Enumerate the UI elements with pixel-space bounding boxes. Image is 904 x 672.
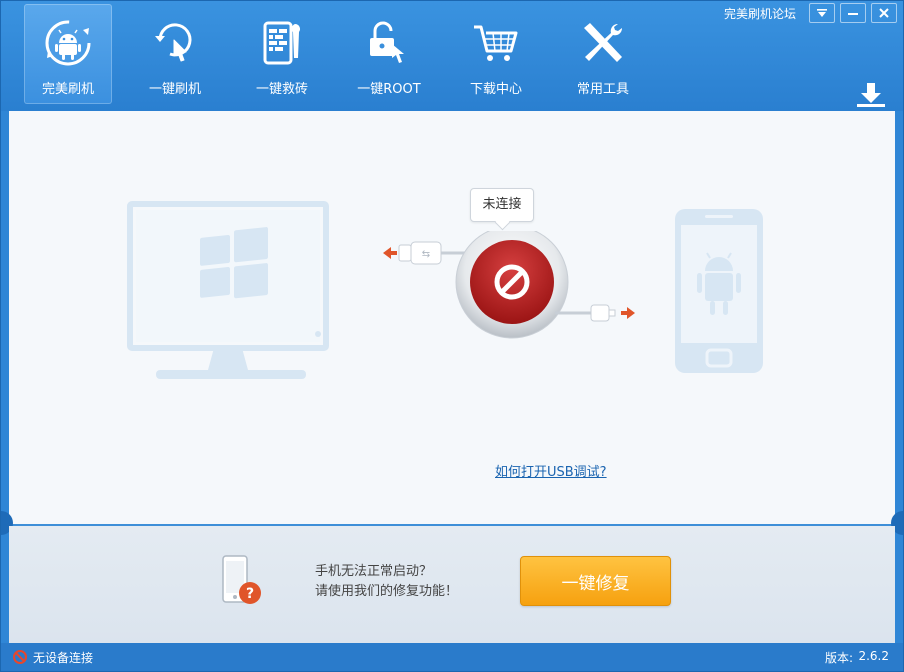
connection-status-bubble: 未连接 [470, 188, 534, 222]
header-bar: 完美刷机 一键刷机 一键救砖 一键ROOT 下载中心 常用工具 完美刷机论坛 [1, 1, 903, 111]
phone-question-icon: ? [222, 555, 261, 604]
nav-label: 完美刷机 [41, 82, 94, 97]
menu-button[interactable] [809, 3, 835, 23]
tools-icon [584, 23, 623, 62]
app-window: 完美刷机 一键刷机 一键救砖 一键ROOT 下载中心 常用工具 完美刷机论坛 未… [0, 0, 904, 672]
nav-label: 一键ROOT [357, 82, 421, 97]
usb-debug-help-link[interactable]: 如何打开USB调试? [495, 461, 607, 480]
nav-label: 一键救砖 [255, 82, 308, 97]
usb-connector-graphic: ⇆ [383, 231, 635, 339]
minimize-icon [848, 13, 858, 15]
version-value: 2.6.2 [858, 649, 889, 663]
repair-panel: ? 手机无法正常启动？ 请使用我们的修复功能！ 一键修复 [9, 526, 895, 643]
nav-item-download-center[interactable]: 下载中心 [452, 4, 540, 104]
status-bar: 无设备连接 版本: 2.6.2 [1, 643, 903, 671]
root-unlock-icon [370, 21, 404, 63]
nav-item-one-click-root[interactable]: 一键ROOT [345, 4, 433, 104]
brick-repair-icon [263, 21, 300, 65]
nav-item-common-tools[interactable]: 常用工具 [559, 4, 647, 104]
faded-hint-text [277, 445, 281, 462]
nav-label: 常用工具 [576, 82, 629, 97]
main-nav: 完美刷机 一键刷机 一键救砖 一键ROOT 下载中心 常用工具 [24, 4, 666, 104]
download-icon [857, 83, 885, 107]
forum-link[interactable]: 完美刷机论坛 [724, 5, 796, 22]
repair-line-1: 手机无法正常启动？ [315, 564, 433, 579]
computer-monitor-icon [127, 201, 329, 379]
android-refresh-icon [45, 20, 91, 66]
one-click-repair-button[interactable]: 一键修复 [520, 556, 671, 606]
android-phone-icon [675, 209, 763, 373]
device-status-text: 无设备连接 [33, 651, 94, 665]
connection-panel: 未连接 ⇆ 如何打开USB调试? [9, 111, 895, 526]
triangle-down-icon [817, 9, 827, 17]
svg-text:?: ? [246, 586, 254, 602]
window-controls: 完美刷机论坛 [724, 3, 897, 23]
nav-label: 下载中心 [469, 82, 522, 97]
repair-line-2: 请使用我们的修复功能！ [315, 584, 459, 599]
nav-item-one-click-flash[interactable]: 一键刷机 [131, 4, 219, 104]
shopping-cart-icon [474, 25, 518, 61]
nav-label: 一键刷机 [148, 82, 201, 97]
repair-description: 手机无法正常启动？ 请使用我们的修复功能！ [315, 562, 458, 602]
download-button[interactable] [855, 81, 887, 109]
minimize-button[interactable] [840, 3, 866, 23]
svg-text:⇆: ⇆ [422, 249, 430, 260]
version-label: 版本: [824, 651, 853, 665]
close-icon [879, 8, 889, 18]
one-click-flash-icon [155, 23, 192, 62]
close-button[interactable] [871, 3, 897, 23]
nav-item-brick-rescue[interactable]: 一键救砖 [238, 4, 326, 104]
no-device-icon [13, 650, 27, 664]
nav-item-perfect-flash[interactable]: 完美刷机 [24, 4, 112, 104]
